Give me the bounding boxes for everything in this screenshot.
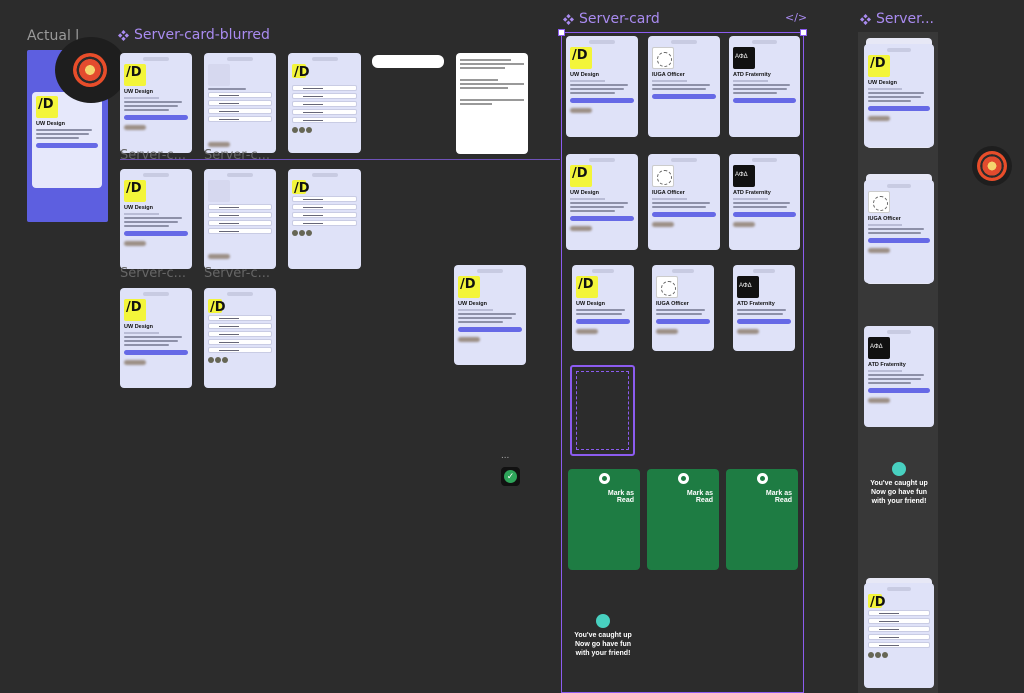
mascot-icon (596, 614, 610, 628)
server-card-label: Server-c... (120, 266, 187, 281)
eye-icon (598, 473, 610, 484)
blurred-card[interactable] (204, 53, 276, 153)
mascot-icon (892, 462, 906, 476)
server-list-card[interactable] (204, 288, 276, 388)
server-list-card[interactable] (288, 53, 361, 153)
chat-preview-card[interactable] (456, 53, 528, 154)
empty-card-slot[interactable] (570, 365, 635, 456)
server-card-atd[interactable]: ATD Fraternity (729, 36, 800, 137)
server-card-label: Server-c... (204, 266, 271, 281)
server-card-label: Server-c... (204, 148, 271, 163)
search-pill[interactable] (372, 55, 444, 68)
server-card-uw[interactable]: UW Design (566, 154, 638, 250)
component-icon (118, 29, 129, 41)
server-card-iuga[interactable]: IUGA Officer (648, 36, 720, 137)
blurred-frame-label[interactable]: Server-card-blurred (118, 27, 270, 43)
uw-design-logo (36, 96, 58, 118)
component-icon (563, 13, 574, 25)
blurred-card[interactable]: UW Design (120, 53, 192, 153)
component-icon (860, 13, 871, 25)
server-card-iuga[interactable]: IUGA Officer (864, 180, 934, 283)
server-card-label: Server-c... (120, 148, 187, 163)
resize-handle[interactable] (558, 29, 565, 36)
figma-logo-bubble[interactable] (972, 146, 1012, 186)
caught-up-message: You've caught up Now go have fun with your… (570, 614, 636, 658)
blurred-card[interactable]: UW Design (120, 169, 192, 269)
eye-icon (677, 473, 689, 484)
selection-line (120, 159, 560, 160)
join-button[interactable] (36, 143, 98, 148)
server-card-iuga[interactable]: IUGA Officer (648, 154, 720, 250)
resize-handle[interactable] (800, 29, 807, 36)
server-card-uw[interactable]: UW Design (566, 36, 638, 137)
eye-icon (756, 473, 768, 484)
server-card-atd[interactable]: ATD Fraternity (864, 326, 934, 427)
server-list-card[interactable] (864, 583, 934, 688)
server-list-card[interactable] (288, 169, 361, 269)
server-card-uw[interactable]: UW Design (864, 44, 934, 147)
blurred-card[interactable] (204, 169, 276, 269)
menu-dots[interactable]: ... (501, 450, 509, 461)
server-card-atd[interactable]: ATD Fraternity (733, 265, 795, 351)
figma-logo-bubble[interactable] (55, 37, 127, 103)
server-card-iuga[interactable]: IUGA Officer (652, 265, 714, 351)
blurred-card[interactable]: UW Design (120, 288, 192, 388)
blurred-card[interactable]: UW Design (454, 265, 526, 365)
actual-card: UW Design (32, 92, 102, 188)
mark-read-card[interactable]: Mark as Read (726, 469, 798, 570)
server-card-atd[interactable]: ATD Fraternity (729, 154, 800, 250)
mark-read-card[interactable]: Mark as Read (647, 469, 719, 570)
check-icon[interactable]: ✓ (501, 467, 520, 486)
server-card-uw[interactable]: UW Design (572, 265, 634, 351)
server-right-frame-label[interactable]: Server... (860, 11, 934, 27)
server-card-frame-label[interactable]: Server-card (563, 11, 660, 27)
code-view-icon[interactable]: </> (785, 11, 807, 24)
mark-read-card[interactable]: Mark as Read (568, 469, 640, 570)
caught-up-message: You've caught up Now go have fun with your… (864, 462, 934, 506)
